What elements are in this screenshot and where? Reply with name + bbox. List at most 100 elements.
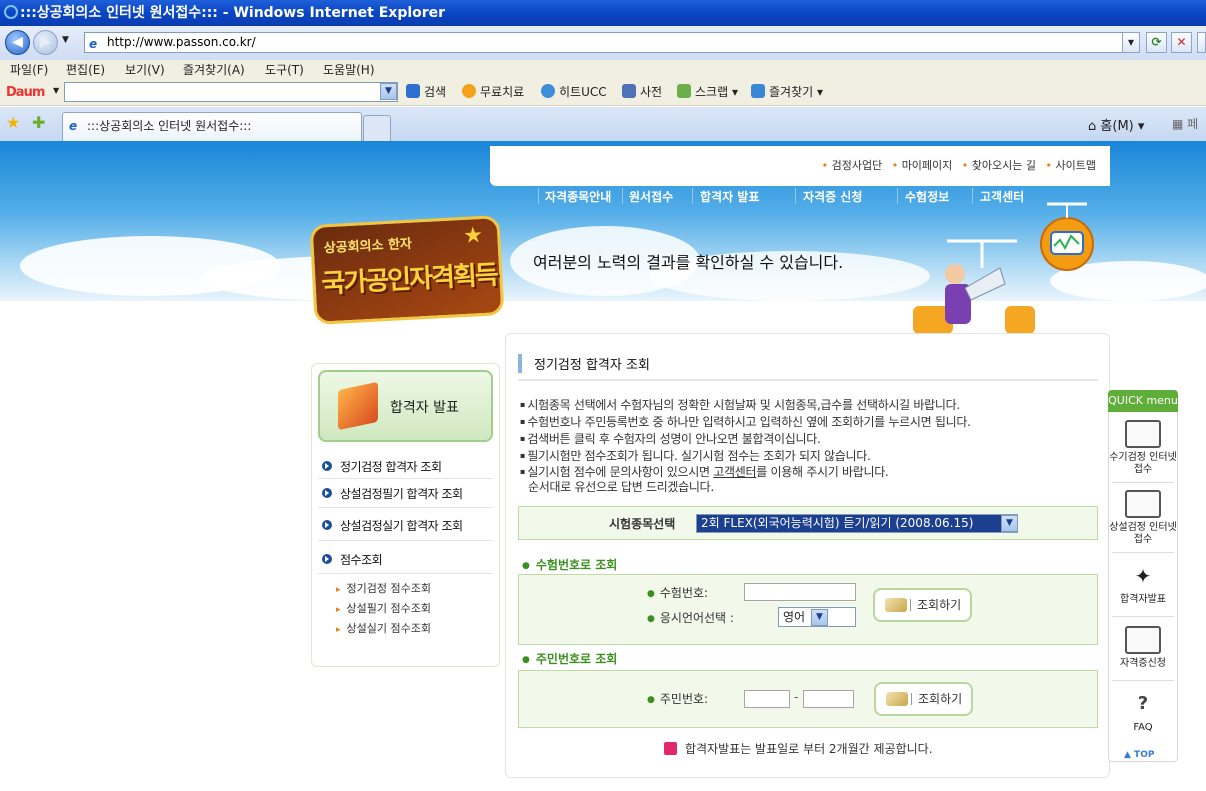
notice: 합격자발표는 발표일로 부터 2개월간 제공합니다.	[664, 740, 933, 757]
language-dropdown-icon[interactable]: ▼	[811, 609, 828, 626]
search-box-edge[interactable]	[1197, 32, 1206, 53]
quick-cert-request[interactable]: 자격증신청	[1108, 626, 1178, 670]
click-hand-icon	[1125, 626, 1161, 654]
utility-links: 검정사업단 마이페이지 찾아오시는 길 사이트맵	[490, 146, 1110, 186]
left-menu-permanent-practical-pass[interactable]: 상설검정실기 합격자 조회	[322, 517, 463, 534]
mascot-illustration	[913, 202, 1094, 334]
exam-select-label: 시험종목선택	[609, 517, 676, 531]
daum-search-dropdown-icon[interactable]: ▼	[380, 83, 397, 100]
back-button[interactable]: ◀	[5, 30, 30, 55]
instruction-6: 순서대로 유선으로 답변 드리겠습니다.	[528, 480, 714, 494]
exam-select-dropdown-icon[interactable]: ▼	[1001, 515, 1018, 532]
recent-pages-dropdown-icon[interactable]: ▼	[62, 35, 69, 45]
ie-logo-icon	[4, 5, 18, 19]
info-icon	[664, 742, 677, 755]
quick-permanent-application[interactable]: 상설검정 인터넷접수	[1108, 490, 1178, 546]
arrow-circle-icon	[322, 520, 332, 530]
free-treatment-button[interactable]: 무료치료	[462, 84, 524, 100]
rrn-back-input[interactable]	[803, 690, 854, 708]
rrn-label: 주민번호:	[647, 690, 708, 707]
daum-favorites-button[interactable]: 즐겨찾기 ▾	[751, 84, 823, 100]
home-button[interactable]: ⌂ 홈(M) ▾	[1088, 115, 1144, 134]
address-dropdown-icon[interactable]: ▾	[1122, 32, 1140, 53]
menu-bar: 파일(F) 편집(E) 보기(V) 즐겨찾기(A) 도구(T) 도움말(H)	[0, 60, 1206, 80]
customer-center-link[interactable]: 고객센터	[713, 465, 756, 479]
search-hand-icon	[885, 598, 907, 612]
menu-tools[interactable]: 도구(T)	[265, 60, 304, 80]
book-icon	[622, 84, 636, 98]
new-tab-button[interactable]	[363, 115, 391, 141]
document-arrow-icon	[1125, 490, 1161, 518]
address-text: http://www.passon.co.kr/	[107, 35, 256, 49]
exam-number-input[interactable]	[744, 583, 856, 601]
search-hand-icon	[886, 692, 908, 706]
rrn-form: 주민번호: - 조회하기	[518, 670, 1098, 728]
daum-logo[interactable]: Daum	[6, 85, 45, 100]
language-label: 응시언어선택 :	[647, 609, 734, 626]
instruction-2: 수험번호나 주민등록번호 중 하나만 입력하시고 입력하신 옆에 조회하기를 누…	[520, 413, 971, 431]
menu-file[interactable]: 파일(F)	[10, 60, 48, 80]
arrow-circle-icon	[322, 554, 332, 564]
top-link[interactable]: ▲ TOP	[1124, 750, 1154, 760]
tab-title: :::상공회의소 인터넷 원서접수:::	[87, 119, 252, 133]
quick-pass-announcement[interactable]: ✦ 합격자발표	[1108, 562, 1178, 606]
quick-regular-application[interactable]: 수기검정 인터넷접수	[1108, 420, 1178, 476]
site-logo[interactable]: 상공회의소 한자 국가공인자격획득 ★	[309, 215, 505, 325]
left-menu-regular-pass[interactable]: 정기검정 합격자 조회	[322, 458, 442, 475]
left-menu-permanent-written-pass[interactable]: 상설검정필기 합격자 조회	[322, 485, 463, 502]
instruction-3: 검색버튼 클릭 후 수험자의 성명이 안나오면 불합격이십니다.	[520, 430, 820, 448]
gnb-cert-request[interactable]: 자격증 신청	[803, 188, 862, 205]
util-link-directions[interactable]: 찾아오시는 길	[962, 159, 1036, 172]
page-icon: e	[89, 37, 98, 51]
rss-icon: ▦	[1172, 117, 1184, 131]
search-icon	[406, 84, 420, 98]
question-person-icon: ?	[1137, 693, 1149, 714]
document-arrow-icon	[1125, 420, 1161, 448]
menu-view[interactable]: 보기(V)	[125, 60, 165, 80]
util-link-exam-division[interactable]: 검정사업단	[822, 159, 883, 172]
daum-search-button[interactable]: 검색	[406, 84, 446, 100]
tab-bar: ★ ✚ e :::상공회의소 인터넷 원서접수::: ⌂ 홈(M) ▾ ▦ 페	[0, 107, 1206, 141]
exam-number-label: 수험번호:	[647, 584, 708, 601]
daum-search-input[interactable]: ▼	[64, 82, 398, 102]
window-title-bar: :::상공회의소 인터넷 원서접수::: - Windows Internet …	[0, 0, 1206, 26]
util-link-sitemap[interactable]: 사이트맵	[1046, 159, 1096, 172]
favorites-star-icon[interactable]: ★	[6, 113, 20, 132]
quick-faq[interactable]: ? FAQ	[1108, 690, 1178, 734]
gnb-pass-announcement[interactable]: 합격자 발표	[700, 188, 759, 205]
menu-edit[interactable]: 편집(E)	[66, 60, 105, 80]
quick-menu-header: QUICK menu	[1108, 390, 1178, 412]
add-favorite-icon[interactable]: ✚	[32, 113, 45, 132]
address-input[interactable]: e http://www.passon.co.kr/	[84, 32, 1140, 53]
feeds-button[interactable]: ▦ 페	[1172, 115, 1198, 132]
rrn-front-input[interactable]	[744, 690, 790, 708]
scrap-button[interactable]: 스크랩 ▾	[677, 84, 738, 100]
stop-icon[interactable]: ✕	[1171, 32, 1192, 53]
star-icon	[751, 84, 765, 98]
util-link-mypage[interactable]: 마이페이지	[892, 159, 953, 172]
left-submenu-practical-score[interactable]: 상설실기 점수조회	[336, 620, 431, 636]
sparkle-icon: ✦	[1134, 564, 1152, 588]
rrn-query-button[interactable]: 조회하기	[874, 682, 973, 716]
section-rrn: 주민번호로 조회	[522, 650, 617, 667]
star-icon: ★	[462, 222, 484, 249]
refresh-icon[interactable]: ⟳	[1146, 32, 1167, 53]
hit-ucc-button[interactable]: 히트UCC	[541, 84, 607, 100]
gnb-cert-info[interactable]: 자격종목안내	[545, 188, 611, 205]
ucc-icon	[541, 84, 555, 98]
exam-select[interactable]: 2회 FLEX(외국어능력시험) 듣기/읽기 (2008.06.15)	[696, 514, 1018, 533]
forward-button[interactable]: ▶	[33, 30, 58, 55]
scrap-icon	[677, 84, 691, 98]
left-menu-score-lookup[interactable]: 점수조회	[322, 551, 383, 568]
exam-number-query-button[interactable]: 조회하기	[873, 588, 972, 622]
daum-menu-arrow-icon[interactable]: ▼	[53, 86, 59, 95]
menu-favorites[interactable]: 즐겨찾기(A)	[183, 60, 245, 80]
browser-tab[interactable]: e :::상공회의소 인터넷 원서접수:::	[62, 112, 362, 141]
left-submenu-written-score[interactable]: 상설필기 점수조회	[336, 600, 431, 616]
menu-help[interactable]: 도움말(H)	[323, 60, 375, 80]
gnb-application[interactable]: 원서접수	[629, 188, 673, 205]
daum-toolbar: Daum ▼ ▼ 검색 무료치료 히트UCC 사전 스크랩 ▾ 즐겨찾기 ▾	[0, 80, 1206, 106]
left-submenu-regular-score[interactable]: 정기검정 점수조회	[336, 580, 431, 596]
address-bar-row: ◀ ▶ ▼ e http://www.passon.co.kr/ ▾ ⟳ ✕	[0, 26, 1206, 60]
dictionary-button[interactable]: 사전	[622, 84, 662, 100]
